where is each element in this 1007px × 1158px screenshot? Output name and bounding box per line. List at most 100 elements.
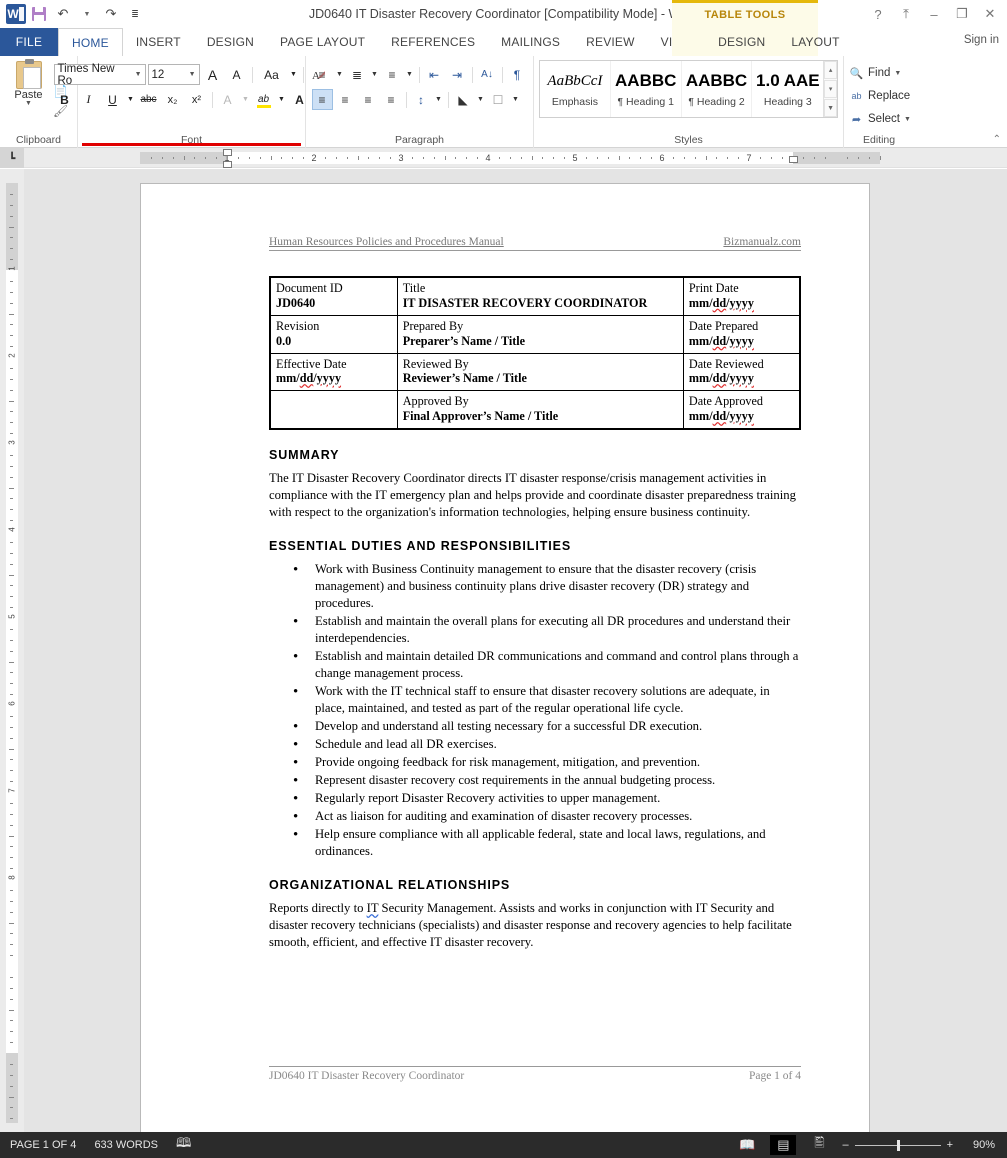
table-cell-effective-date[interactable]: Effective Date mm/dd/yyyy [269, 352, 398, 392]
right-indent-marker[interactable] [788, 156, 798, 163]
tab-table-layout[interactable]: LAYOUT [778, 28, 852, 56]
select-button[interactable]: ➦ Select ▼ [849, 109, 911, 129]
ribbon-display-options-icon[interactable]: ⤒ [893, 2, 919, 26]
page-indicator[interactable]: PAGE 1 OF 4 [10, 1139, 76, 1151]
tab-home[interactable]: HOME [58, 28, 123, 56]
underline-chevron-down-icon[interactable]: ▼ [126, 89, 136, 110]
underline-button[interactable]: U [102, 89, 124, 110]
vertical-ruler[interactable]: 1 2 3 4 5 6 7 8 [0, 169, 24, 1132]
document-body[interactable]: Document ID JD0640 Title IT DISASTER REC… [269, 276, 801, 955]
table-cell-date-approved[interactable]: Date Approved mm/dd/yyyy [682, 390, 801, 430]
customize-qat-icon[interactable]: ≣ [124, 3, 146, 25]
tab-review[interactable]: REVIEW [573, 28, 648, 56]
font-size-combobox[interactable]: 12 ▼ [147, 64, 200, 85]
undo-dropdown-icon[interactable]: ▼ [76, 3, 98, 25]
table-cell-revision[interactable]: Revision 0.0 [269, 314, 398, 354]
proofing-errors-icon[interactable]: 🕮 [176, 1134, 191, 1156]
redo-icon[interactable]: ↷ [100, 3, 122, 25]
justify-icon[interactable]: ≡ [381, 89, 402, 110]
multilevel-chevron-down-icon[interactable]: ▼ [405, 64, 415, 85]
text-effects-chevron-down-icon[interactable]: ▼ [241, 89, 251, 110]
table-cell-date-reviewed[interactable]: Date Reviewed mm/dd/yyyy [682, 352, 801, 392]
text-effects-icon[interactable]: A [217, 89, 239, 110]
tab-stop-selector[interactable]: ┗ [0, 148, 24, 168]
borders-chevron-down-icon[interactable]: ▼ [511, 89, 521, 110]
style-item-heading-2[interactable]: AABBC ¶ Heading 2 [682, 61, 753, 117]
tab-page-layout[interactable]: PAGE LAYOUT [267, 28, 378, 56]
numbering-icon[interactable]: ≣ [347, 64, 368, 85]
highlight-icon[interactable]: ab [253, 89, 275, 110]
tab-table-design[interactable]: DESIGN [705, 28, 778, 56]
tab-mailings[interactable]: MAILINGS [488, 28, 573, 56]
shrink-font-icon[interactable]: A [226, 64, 248, 85]
zoom-level[interactable]: 90% [963, 1139, 995, 1151]
align-center-icon[interactable]: ≡ [335, 89, 356, 110]
document-info-table[interactable]: Document ID JD0640 Title IT DISASTER REC… [269, 276, 801, 430]
document-page[interactable]: Human Resources Policies and Procedures … [140, 183, 870, 1145]
styles-gallery-scroll[interactable]: ▴ ▾ ▼ [823, 61, 838, 117]
zoom-track[interactable] [854, 1139, 941, 1151]
table-cell-title[interactable]: Title IT DISASTER RECOVERY COORDINATOR [396, 276, 684, 316]
zoom-out-button[interactable]: – [842, 1139, 848, 1151]
read-mode-icon[interactable]: 📖 [734, 1135, 760, 1155]
table-cell-prepared-by[interactable]: Prepared By Preparer’s Name / Title [396, 314, 684, 354]
undo-icon[interactable]: ↶ [52, 3, 74, 25]
style-item-heading-3[interactable]: 1.0 AAE Heading 3 [752, 61, 823, 117]
bold-button[interactable]: B [54, 89, 76, 110]
borders-icon[interactable]: ☐ [488, 89, 509, 110]
line-spacing-icon[interactable]: ↕ [411, 89, 432, 110]
horizontal-ruler[interactable]: 1234567 [24, 148, 1007, 168]
sign-in-link[interactable]: Sign in [964, 34, 999, 46]
shading-chevron-down-icon[interactable]: ▼ [476, 89, 486, 110]
table-row[interactable]: Effective Date mm/dd/yyyy Reviewed By Re… [269, 352, 801, 392]
sort-icon[interactable]: A↓ [477, 64, 498, 85]
subscript-button[interactable]: x₂ [162, 89, 184, 110]
table-cell-date-prepared[interactable]: Date Prepared mm/dd/yyyy [682, 314, 801, 354]
highlight-chevron-down-icon[interactable]: ▼ [277, 89, 287, 110]
close-button[interactable]: ✕ [977, 2, 1003, 26]
superscript-button[interactable]: x² [186, 89, 208, 110]
left-indent-marker[interactable] [223, 161, 232, 168]
font-name-chevron-down-icon[interactable]: ▼ [131, 71, 142, 78]
save-icon[interactable] [28, 3, 50, 25]
table-cell-print-date[interactable]: Print Date mm/dd/yyyy [682, 276, 801, 316]
line-spacing-chevron-down-icon[interactable]: ▼ [434, 89, 444, 110]
shading-icon[interactable]: ◣ [453, 89, 474, 110]
decrease-indent-icon[interactable]: ⇤ [424, 64, 445, 85]
font-size-chevron-down-icon[interactable]: ▼ [185, 71, 196, 78]
bullets-icon[interactable]: ≡ [312, 64, 333, 85]
table-row[interactable]: Approved By Final Approver’s Name / Titl… [269, 390, 801, 430]
numbering-chevron-down-icon[interactable]: ▼ [370, 64, 380, 85]
align-left-icon[interactable]: ≡ [311, 89, 333, 110]
find-button[interactable]: 🔍 Find ▼ [849, 63, 902, 83]
zoom-in-button[interactable]: + [947, 1139, 953, 1151]
styles-more-icon[interactable]: ▼ [824, 99, 838, 117]
tab-design[interactable]: DESIGN [194, 28, 267, 56]
strikethrough-button[interactable]: abc [138, 89, 160, 110]
font-name-combobox[interactable]: Times New Ro ▼ [53, 63, 146, 87]
first-line-indent-marker[interactable] [223, 149, 232, 156]
table-cell-reviewed-by[interactable]: Reviewed By Reviewer’s Name / Title [396, 352, 684, 392]
collapse-ribbon-icon[interactable]: ⌃ [993, 134, 1001, 145]
italic-button[interactable]: I [78, 89, 100, 110]
word-app-icon[interactable]: W [6, 4, 26, 24]
replace-button[interactable]: ab Replace [849, 86, 910, 106]
help-icon[interactable]: ? [865, 2, 891, 26]
bullets-chevron-down-icon[interactable]: ▼ [335, 64, 345, 85]
print-layout-icon[interactable]: ▤ [770, 1135, 797, 1155]
change-case-icon[interactable]: Aa [257, 64, 287, 85]
show-formatting-marks-icon[interactable]: ¶ [507, 64, 528, 85]
styles-scroll-down-icon[interactable]: ▾ [824, 80, 838, 98]
word-count[interactable]: 633 WORDS [94, 1139, 158, 1151]
paste-button[interactable]: Paste ▼ [7, 59, 51, 107]
paste-dropdown-icon[interactable]: ▼ [25, 100, 32, 107]
style-item-emphasis[interactable]: AaBbCcI Emphasis [540, 61, 611, 117]
tab-references[interactable]: REFERENCES [378, 28, 488, 56]
web-layout-icon[interactable]: 🖺 [806, 1135, 832, 1155]
change-case-chevron-down-icon[interactable]: ▼ [289, 64, 299, 85]
find-chevron-down-icon[interactable]: ▼ [894, 70, 901, 77]
zoom-knob[interactable] [896, 1139, 900, 1151]
zoom-slider[interactable]: – + [842, 1139, 953, 1151]
table-row[interactable]: Document ID JD0640 Title IT DISASTER REC… [269, 276, 801, 316]
table-row[interactable]: Revision 0.0 Prepared By Preparer’s Name… [269, 314, 801, 354]
